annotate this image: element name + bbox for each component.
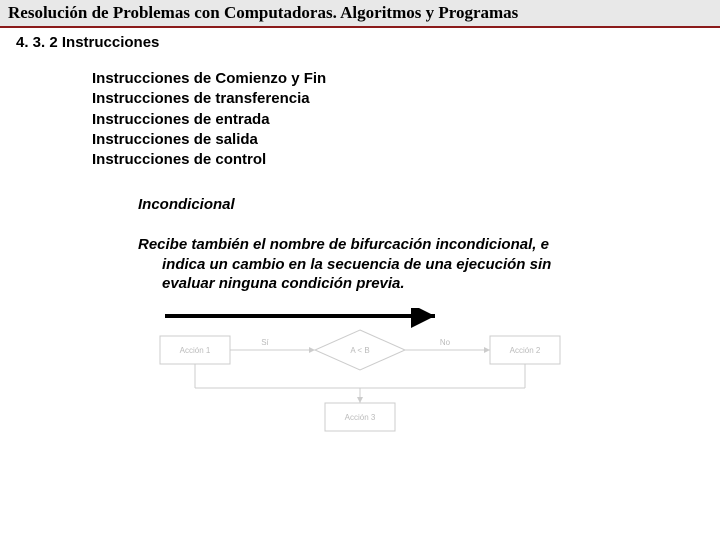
subsection-heading: Incondicional [138, 196, 720, 213]
flowchart-diagram: Acción 1 Sí A < B No Acción 2 Acción 3 [105, 308, 615, 443]
description-line: indica un cambio en la secuencia de una … [162, 255, 648, 275]
description-line: Recibe también el nombre de bifurcación … [138, 235, 648, 255]
flowchart-box-bottom: Acción 3 [345, 413, 376, 422]
flowchart-edge-no: No [440, 338, 451, 347]
description: Recibe también el nombre de bifurcación … [138, 235, 648, 294]
page-title: Resolución de Problemas con Computadoras… [8, 3, 712, 23]
flowchart-edge-si: Sí [261, 338, 269, 347]
list-item: Instrucciones de transferencia [92, 89, 720, 109]
flowchart-box-left: Acción 1 [180, 346, 211, 355]
section-heading: 4. 3. 2 Instrucciones [16, 34, 720, 51]
flowchart-diamond: A < B [350, 346, 369, 355]
list-item: Instrucciones de entrada [92, 110, 720, 130]
list-item: Instrucciones de salida [92, 130, 720, 150]
title-bar: Resolución de Problemas con Computadoras… [0, 0, 720, 28]
flowchart-box-right: Acción 2 [510, 346, 541, 355]
instruction-list: Instrucciones de Comienzo y Fin Instrucc… [92, 69, 720, 170]
list-item: Instrucciones de Comienzo y Fin [92, 69, 720, 89]
list-item: Instrucciones de control [92, 150, 720, 170]
description-line: evaluar ninguna condición previa. [162, 274, 648, 294]
